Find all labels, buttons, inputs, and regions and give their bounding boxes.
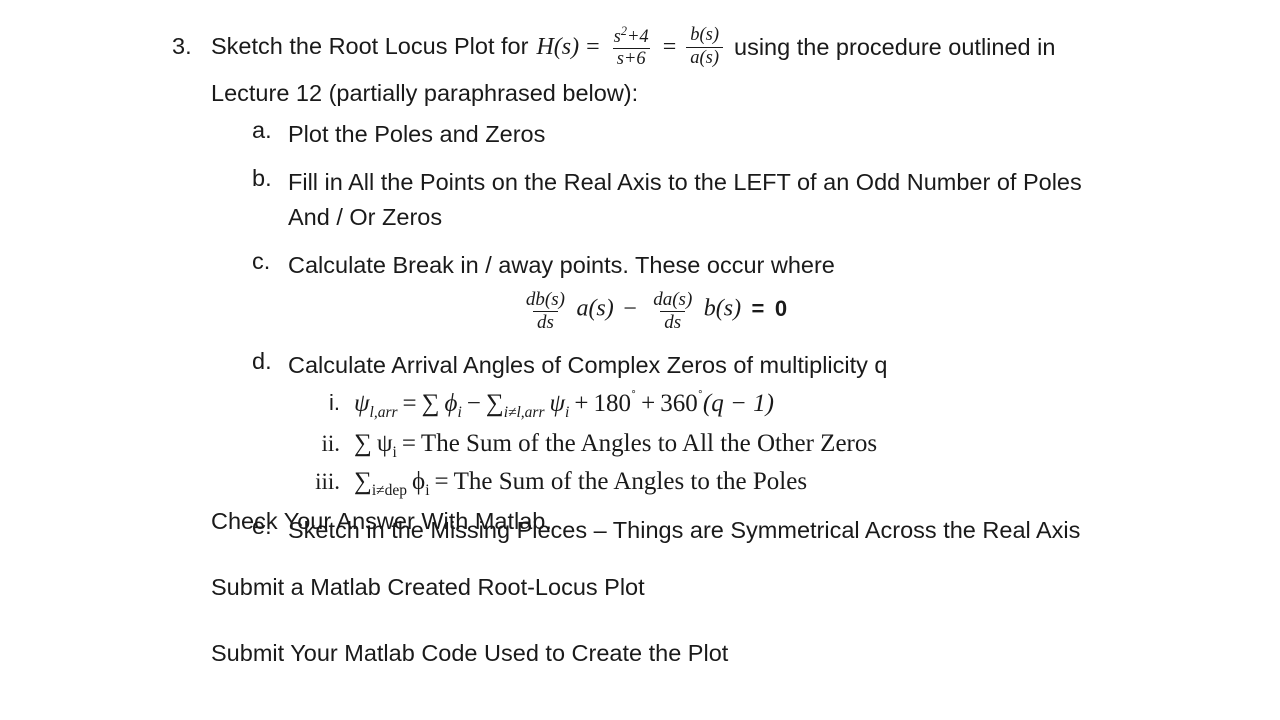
fraction-1-numerator-base: s	[613, 26, 621, 47]
steps-list: a. Plot the Poles and Zeros b. Fill in A…	[252, 117, 1152, 547]
break-result-zero: 0	[774, 295, 788, 321]
phi-subscript-iii: i	[425, 482, 430, 500]
problem-suffix-text: using the procedure outlined in	[734, 33, 1056, 60]
psi-subscript-l-arr: l,arr	[369, 404, 398, 422]
problem-body: Sketch the Root Locus Plot for H(s) = s2…	[211, 24, 1172, 107]
closing-line-3: Submit Your Matlab Code Used to Create t…	[211, 640, 729, 666]
problem-prefix-text: Sketch the Root Locus Plot for	[211, 33, 529, 60]
closing-line-2: Submit a Matlab Created Root-Locus Plot	[211, 574, 645, 600]
step-text-d: Calculate Arrival Angles of Complex Zero…	[288, 351, 888, 378]
equals-sign-1: =	[586, 33, 600, 60]
substep-marker-ii: ii.	[321, 430, 340, 456]
psi-subscript-i: i	[565, 404, 570, 422]
formula-equals-sign: =	[402, 390, 417, 418]
step-marker-c: c.	[252, 248, 271, 275]
psi-sum-description: The Sum of the Angles to All the Other Z…	[420, 429, 878, 457]
substep-item-i: i. ψl,arr = ∑ ϕi − ∑i≠l,arr ψi +180˚ +360˚(q −…	[288, 388, 1152, 421]
formula-plus-operator-1: +	[574, 390, 589, 418]
substeps-list: i. ψl,arr = ∑ ϕi − ∑i≠l,arr ψi +180˚ +360˚(q −…	[288, 388, 1152, 499]
psi-symbol-2: ψ	[549, 390, 566, 418]
psi-subscript-ii: i	[392, 443, 397, 461]
substep-item-iii: iii. ∑i≠dep ϕi = The Sum of the Angles to …	[288, 469, 1152, 499]
equals-sign-iii: =	[434, 468, 449, 496]
step-text-b: Fill in All the Points on the Real Axis …	[288, 168, 1082, 230]
formula-plus-operator-2: +	[641, 390, 656, 418]
fraction-2-numerator: b(s)	[690, 25, 720, 46]
step-item-b: b. Fill in All the Points on the Real Ax…	[252, 165, 1152, 235]
problem-statement-line-1: Sketch the Root Locus Plot for H(s) = s2…	[211, 24, 1172, 69]
summation-symbol-2: ∑	[485, 390, 504, 418]
break-frac2-denominator: ds	[660, 311, 686, 333]
step-item-d: d. Calculate Arrival Angles of Complex Z…	[252, 348, 1152, 499]
problem-item-3: 3. Sketch the Root Locus Plot for H(s) =…	[172, 24, 1172, 107]
degree-symbol-1: ˚	[630, 388, 637, 406]
sum-of-psi-definition: ∑ ψi = The Sum of the Angles to All the Ot…	[354, 429, 878, 460]
step-marker-b: b.	[252, 164, 272, 191]
angle-180: 180	[593, 390, 631, 418]
problem-statement-line-2: Lecture 12 (partially paraphrased below)…	[211, 80, 639, 106]
phi-symbol-iii: ϕ	[412, 468, 426, 496]
transfer-function-name: H(s)	[536, 33, 580, 60]
break-frac2-numerator: da(s)	[653, 289, 693, 311]
step-item-a: a. Plot the Poles and Zeros	[252, 117, 1152, 152]
closing-line-1: Check Your Answer With Matlab.	[211, 508, 552, 534]
formula-minus-operator: −	[466, 390, 481, 418]
break-term-b-of-s: b(s)	[703, 295, 742, 322]
step-text-a: Plot the Poles and Zeros	[288, 121, 546, 147]
break-term-a-of-s: a(s)	[576, 295, 614, 322]
fraction-2-denominator: a(s)	[686, 46, 724, 68]
summation-subscript-i-neq-dep: i≠dep	[371, 482, 408, 500]
document-page: 3. Sketch the Root Locus Plot for H(s) =…	[0, 0, 1280, 720]
summation-symbol-psi: ∑	[354, 429, 372, 457]
equals-sign-ii: =	[401, 429, 416, 457]
fraction-da-ds: da(s) ds	[649, 290, 696, 333]
equals-sign-2: =	[662, 33, 677, 60]
phi-subscript-i: i	[457, 404, 462, 422]
step-text-c: Calculate Break in / away points. These …	[288, 252, 835, 279]
closing-instructions: Check Your Answer With Matlab. Submit a …	[211, 508, 728, 706]
phi-sum-description: The Sum of the Angles to the Poles	[453, 468, 808, 496]
fraction-1-denominator: s+6	[612, 48, 650, 69]
break-point-equation: db(s) ds a(s) − da(s) ds b(s) = 0	[288, 290, 1018, 333]
phi-symbol: ϕ	[444, 390, 458, 418]
break-minus-operator: −	[623, 295, 637, 322]
sum-of-phi-definition: ∑i≠dep ϕi = The Sum of the Angles to the P…	[354, 468, 808, 498]
angle-360: 360	[660, 390, 698, 418]
psi-symbol-ii: ψ	[376, 429, 393, 457]
fraction-1-numerator: s2+4	[610, 24, 653, 49]
step-marker-a: a.	[252, 117, 272, 143]
summation-symbol-phi: ∑	[354, 468, 372, 496]
substep-marker-i: i.	[329, 389, 340, 415]
fraction-b-of-s-over-a-of-s: b(s) a(s)	[686, 25, 724, 68]
substep-marker-iii: iii.	[315, 469, 340, 495]
break-equals-sign: =	[751, 295, 765, 321]
step-marker-d: d.	[252, 347, 272, 374]
step-item-c: c. Calculate Break in / away points. The…	[252, 248, 1152, 333]
arrival-angle-formula: ψl,arr = ∑ ϕi − ∑i≠l,arr ψi +180˚ +360˚(q − 1)	[354, 388, 774, 420]
summation-2-subscript: i≠l,arr	[503, 404, 545, 422]
substep-item-ii: ii. ∑ ψi = The Sum of the Angles to All th…	[288, 431, 1152, 461]
break-frac1-denominator: ds	[533, 311, 558, 333]
multiplicity-term: (q − 1)	[702, 390, 774, 418]
fraction-db-ds: db(s) ds	[522, 290, 569, 333]
break-frac1-numerator: db(s)	[525, 289, 565, 311]
problem-number: 3.	[172, 33, 192, 59]
fraction-s2-plus-4-over-s-plus-6: s2+4 s+6	[610, 24, 653, 70]
fraction-1-numerator-rest: +4	[626, 26, 649, 47]
summation-symbol-1: ∑	[421, 390, 440, 418]
psi-symbol: ψ	[354, 390, 370, 418]
